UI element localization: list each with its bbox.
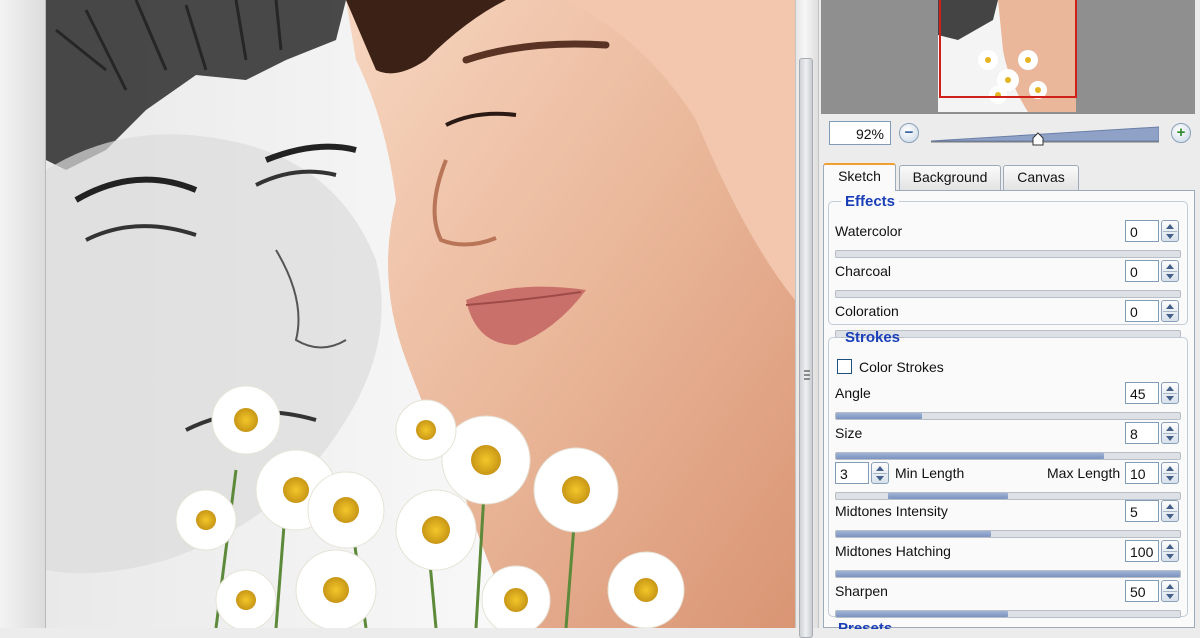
photo-preview[interactable] [46,0,795,628]
spin-arrows-icon[interactable] [1161,422,1179,444]
settings-tabs: Sketch Background Canvas [823,163,1195,191]
spin-arrows-icon[interactable] [1161,260,1179,282]
zoom-percent-field[interactable]: 92% [829,121,891,145]
size-slider[interactable] [835,452,1181,460]
sharpen-slider[interactable] [835,610,1181,618]
midtones-hatching-value[interactable]: 100 [1125,540,1159,562]
vertical-scrollbar[interactable] [799,58,813,638]
min-length-label: Min Length [895,465,965,481]
size-label: Size [835,425,863,441]
charcoal-param: Charcoal 0 [829,260,1187,300]
midtones-intensity-param: Midtones Intensity 5 [829,500,1187,540]
zoom-control: 92% − + [823,118,1195,148]
spin-arrows-icon[interactable] [1161,462,1179,484]
size-param: Size 8 [829,422,1187,462]
angle-label: Angle [835,385,871,401]
watercolor-label: Watercolor [835,223,903,239]
charcoal-label: Charcoal [835,263,892,279]
sharpen-value[interactable]: 50 [1125,580,1159,602]
max-length-label: Max Length [1047,465,1121,481]
spin-arrows-icon[interactable] [871,462,889,484]
zoom-slider-thumb[interactable] [1032,132,1044,146]
spin-arrows-icon[interactable] [1161,382,1179,404]
spin-arrows-icon[interactable] [1161,580,1179,602]
effects-group: Effects Watercolor 0 Charcoal 0 Colorati… [828,193,1188,338]
sharpen-param: Sharpen 50 [829,580,1187,620]
watercolor-param: Watercolor 0 [829,220,1187,260]
splitter-grip-icon[interactable] [804,370,810,384]
midtones-hatching-label: Midtones Hatching [835,543,951,559]
angle-slider[interactable] [835,412,1181,420]
midtones-hatching-param: Midtones Hatching 100 [829,540,1187,580]
watercolor-slider[interactable] [835,250,1181,258]
midtones-intensity-label: Midtones Intensity [835,503,948,519]
angle-value[interactable]: 45 [1125,382,1159,404]
navigator[interactable] [821,0,1195,114]
panel-splitter[interactable] [795,0,819,638]
midtones-intensity-slider[interactable] [835,530,1181,538]
tab-background[interactable]: Background [899,165,1001,190]
stroke-length-param: 3 Min Length Max Length 10 [829,462,1187,502]
spin-arrows-icon[interactable] [1161,220,1179,242]
canvas-left-gutter [0,0,46,628]
spin-arrows-icon[interactable] [1161,500,1179,522]
midtones-hatching-slider[interactable] [835,570,1181,578]
strokes-title: Strokes [845,329,901,346]
settings-panel: 92% − + Sketch Background Canvas Effects… [819,0,1200,629]
charcoal-value[interactable]: 0 [1125,260,1159,282]
angle-param: Angle 45 [829,382,1187,422]
watercolor-value[interactable]: 0 [1125,220,1159,242]
coloration-value[interactable]: 0 [1125,300,1159,322]
size-value[interactable]: 8 [1125,422,1159,444]
zoom-in-button[interactable]: + [1171,123,1191,143]
color-strokes-label: Color Strokes [859,359,944,375]
strokes-group: Strokes Color Strokes Angle 45 Size 8 3 … [828,329,1188,620]
effects-title: Effects [845,193,896,210]
tab-canvas[interactable]: Canvas [1003,165,1079,190]
max-length-value[interactable]: 10 [1125,462,1159,484]
image-canvas-area[interactable] [0,0,795,628]
zoom-out-button[interactable]: − [899,123,919,143]
plus-icon: + [1176,124,1186,141]
zoom-slider[interactable] [931,126,1159,144]
minus-icon: − [904,124,914,141]
spin-arrows-icon[interactable] [1161,540,1179,562]
spin-arrows-icon[interactable] [1161,300,1179,322]
charcoal-slider[interactable] [835,290,1181,298]
sketch-tab-content: Effects Watercolor 0 Charcoal 0 Colorati… [823,190,1195,629]
tab-sketch[interactable]: Sketch [823,163,896,191]
min-length-value[interactable]: 3 [835,462,869,484]
length-range-slider[interactable] [835,492,1181,500]
checkbox-icon[interactable] [837,359,852,374]
sketch-photo-image [46,0,795,628]
coloration-label: Coloration [835,303,899,319]
sharpen-label: Sharpen [835,583,888,599]
navigator-viewport-frame[interactable] [939,0,1077,98]
midtones-intensity-value[interactable]: 5 [1125,500,1159,522]
